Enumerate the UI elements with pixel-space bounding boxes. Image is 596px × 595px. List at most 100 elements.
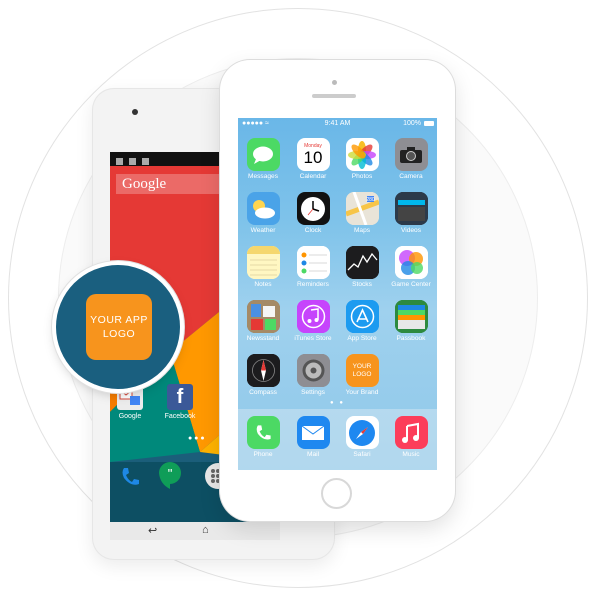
android-page-indicator: ● ● ●	[188, 435, 205, 442]
dock-music[interactable]: Music	[387, 416, 435, 458]
app-label: Your Brand	[345, 389, 379, 396]
page-indicator: ● ●	[330, 400, 345, 406]
app-photos[interactable]: Photos	[338, 138, 386, 180]
app-label: Reminders	[297, 281, 329, 288]
clock-icon	[296, 192, 330, 225]
videos-icon	[394, 192, 428, 225]
iphone-speaker	[312, 94, 356, 98]
dock-phone[interactable]: Phone	[239, 416, 287, 458]
settings-icon	[296, 354, 330, 387]
app-clock[interactable]: Clock	[289, 192, 337, 234]
app-itunes-store[interactable]: iTunes Store	[289, 300, 337, 342]
phone-icon	[122, 468, 139, 485]
back-icon[interactable]: ↩	[148, 524, 157, 537]
app-label: Newsstand	[246, 335, 280, 342]
messages-icon	[246, 138, 280, 171]
android-app-label: Google	[118, 413, 142, 420]
app-label: Passbook	[396, 335, 426, 342]
app-label: Game Center	[391, 281, 431, 288]
safari-icon	[345, 416, 379, 449]
android-app-label: Facebook	[164, 413, 196, 420]
app-label: Music	[402, 451, 420, 458]
android-camera	[132, 109, 138, 115]
app-label: Photos	[351, 173, 373, 180]
app-camera[interactable]: Camera	[387, 138, 435, 180]
app-label: iTunes Store	[294, 335, 332, 342]
app-label: Weather	[250, 227, 276, 234]
app-passbook[interactable]: Passbook	[387, 300, 435, 342]
newsstand-icon	[246, 300, 280, 333]
app-game-center[interactable]: Game Center	[387, 246, 435, 288]
dock-mail[interactable]: Mail	[289, 416, 337, 458]
app-reminders[interactable]: Reminders	[289, 246, 337, 288]
mail-icon	[296, 416, 330, 449]
app-label: Calendar	[299, 173, 327, 180]
app-label: Safari	[353, 451, 371, 458]
camera-icon	[394, 138, 428, 171]
android-dock-phone[interactable]	[110, 464, 150, 492]
app-videos[interactable]: Videos	[387, 192, 435, 234]
iphone-dock: Phone Mail Safari Music	[238, 409, 437, 470]
android-nav-bar: ↩ ⌂	[110, 522, 280, 540]
svg-text:280: 280	[366, 197, 375, 203]
app-label: Stocks	[352, 281, 372, 288]
app-label: Settings	[301, 389, 325, 396]
passbook-icon	[394, 300, 428, 333]
logo-text-line2: LOGO	[102, 328, 136, 340]
app-your-logo[interactable]: YOUR LOGO Your Brand	[338, 354, 386, 396]
app-notes[interactable]: Notes	[239, 246, 287, 288]
android-dock-hangouts[interactable]: "	[150, 460, 190, 492]
compass-icon	[246, 354, 280, 387]
app-label: Phone	[253, 451, 273, 458]
stocks-icon	[345, 246, 379, 279]
app-label: Maps	[353, 227, 371, 234]
android-app-facebook[interactable]: f Facebook	[160, 384, 200, 420]
battery-percent: 100%	[403, 120, 421, 127]
itunes-store-icon	[296, 300, 330, 333]
dock-safari[interactable]: Safari	[338, 416, 386, 458]
home-icon[interactable]: ⌂	[202, 524, 209, 536]
logo-text-line1: YOUR APP	[90, 314, 148, 326]
your-logo-icon: YOUR LOGO	[345, 354, 379, 387]
app-logo-badge: YOUR APP LOGO	[56, 265, 180, 389]
music-icon	[394, 416, 428, 449]
photos-icon	[345, 138, 379, 171]
phone-icon	[246, 416, 280, 449]
app-stocks[interactable]: Stocks	[338, 246, 386, 288]
app-settings[interactable]: Settings	[289, 354, 337, 396]
facebook-icon: f	[167, 384, 193, 410]
app-messages[interactable]: Messages	[239, 138, 287, 180]
app-label: Camera	[399, 173, 423, 180]
app-compass[interactable]: Compass	[239, 354, 287, 396]
app-label: Notes	[254, 281, 272, 288]
iphone: ●●●●● ≈ 9:41 AM 100% Messages Monday 10 Cal…	[220, 60, 455, 521]
app-newsstand[interactable]: Newsstand	[239, 300, 287, 342]
maps-icon: 280	[345, 192, 379, 225]
app-label: Compass	[249, 389, 277, 396]
notes-icon	[246, 246, 280, 279]
app-store-icon	[345, 300, 379, 333]
iphone-camera	[332, 80, 337, 85]
app-weather[interactable]: Weather	[239, 192, 287, 234]
app-maps[interactable]: 280 Maps	[338, 192, 386, 234]
app-app-store[interactable]: App Store	[338, 300, 386, 342]
your-app-logo-tile: YOUR APP LOGO	[86, 294, 152, 360]
svg-text:": "	[168, 466, 173, 481]
app-label: Mail	[306, 451, 320, 458]
app-label: Videos	[400, 227, 422, 234]
reminders-icon	[296, 246, 330, 279]
battery-icon	[424, 121, 434, 126]
google-search-bar[interactable]: Google	[116, 174, 226, 194]
android-app-google[interactable]: Google	[110, 384, 150, 420]
iphone-status-bar: ●●●●● ≈ 9:41 AM 100%	[238, 118, 437, 130]
iphone-screen: ●●●●● ≈ 9:41 AM 100% Messages Monday 10 Cal…	[238, 118, 437, 470]
app-label: Clock	[304, 227, 322, 234]
home-button[interactable]	[321, 478, 352, 509]
app-label: App Store	[347, 335, 377, 342]
weather-icon	[246, 192, 280, 225]
app-calendar[interactable]: Monday 10 Calendar	[289, 138, 337, 180]
hangouts-icon: "	[159, 462, 181, 489]
calendar-icon: Monday 10	[296, 138, 330, 171]
game-center-icon	[394, 246, 428, 279]
app-label: Messages	[247, 173, 279, 180]
